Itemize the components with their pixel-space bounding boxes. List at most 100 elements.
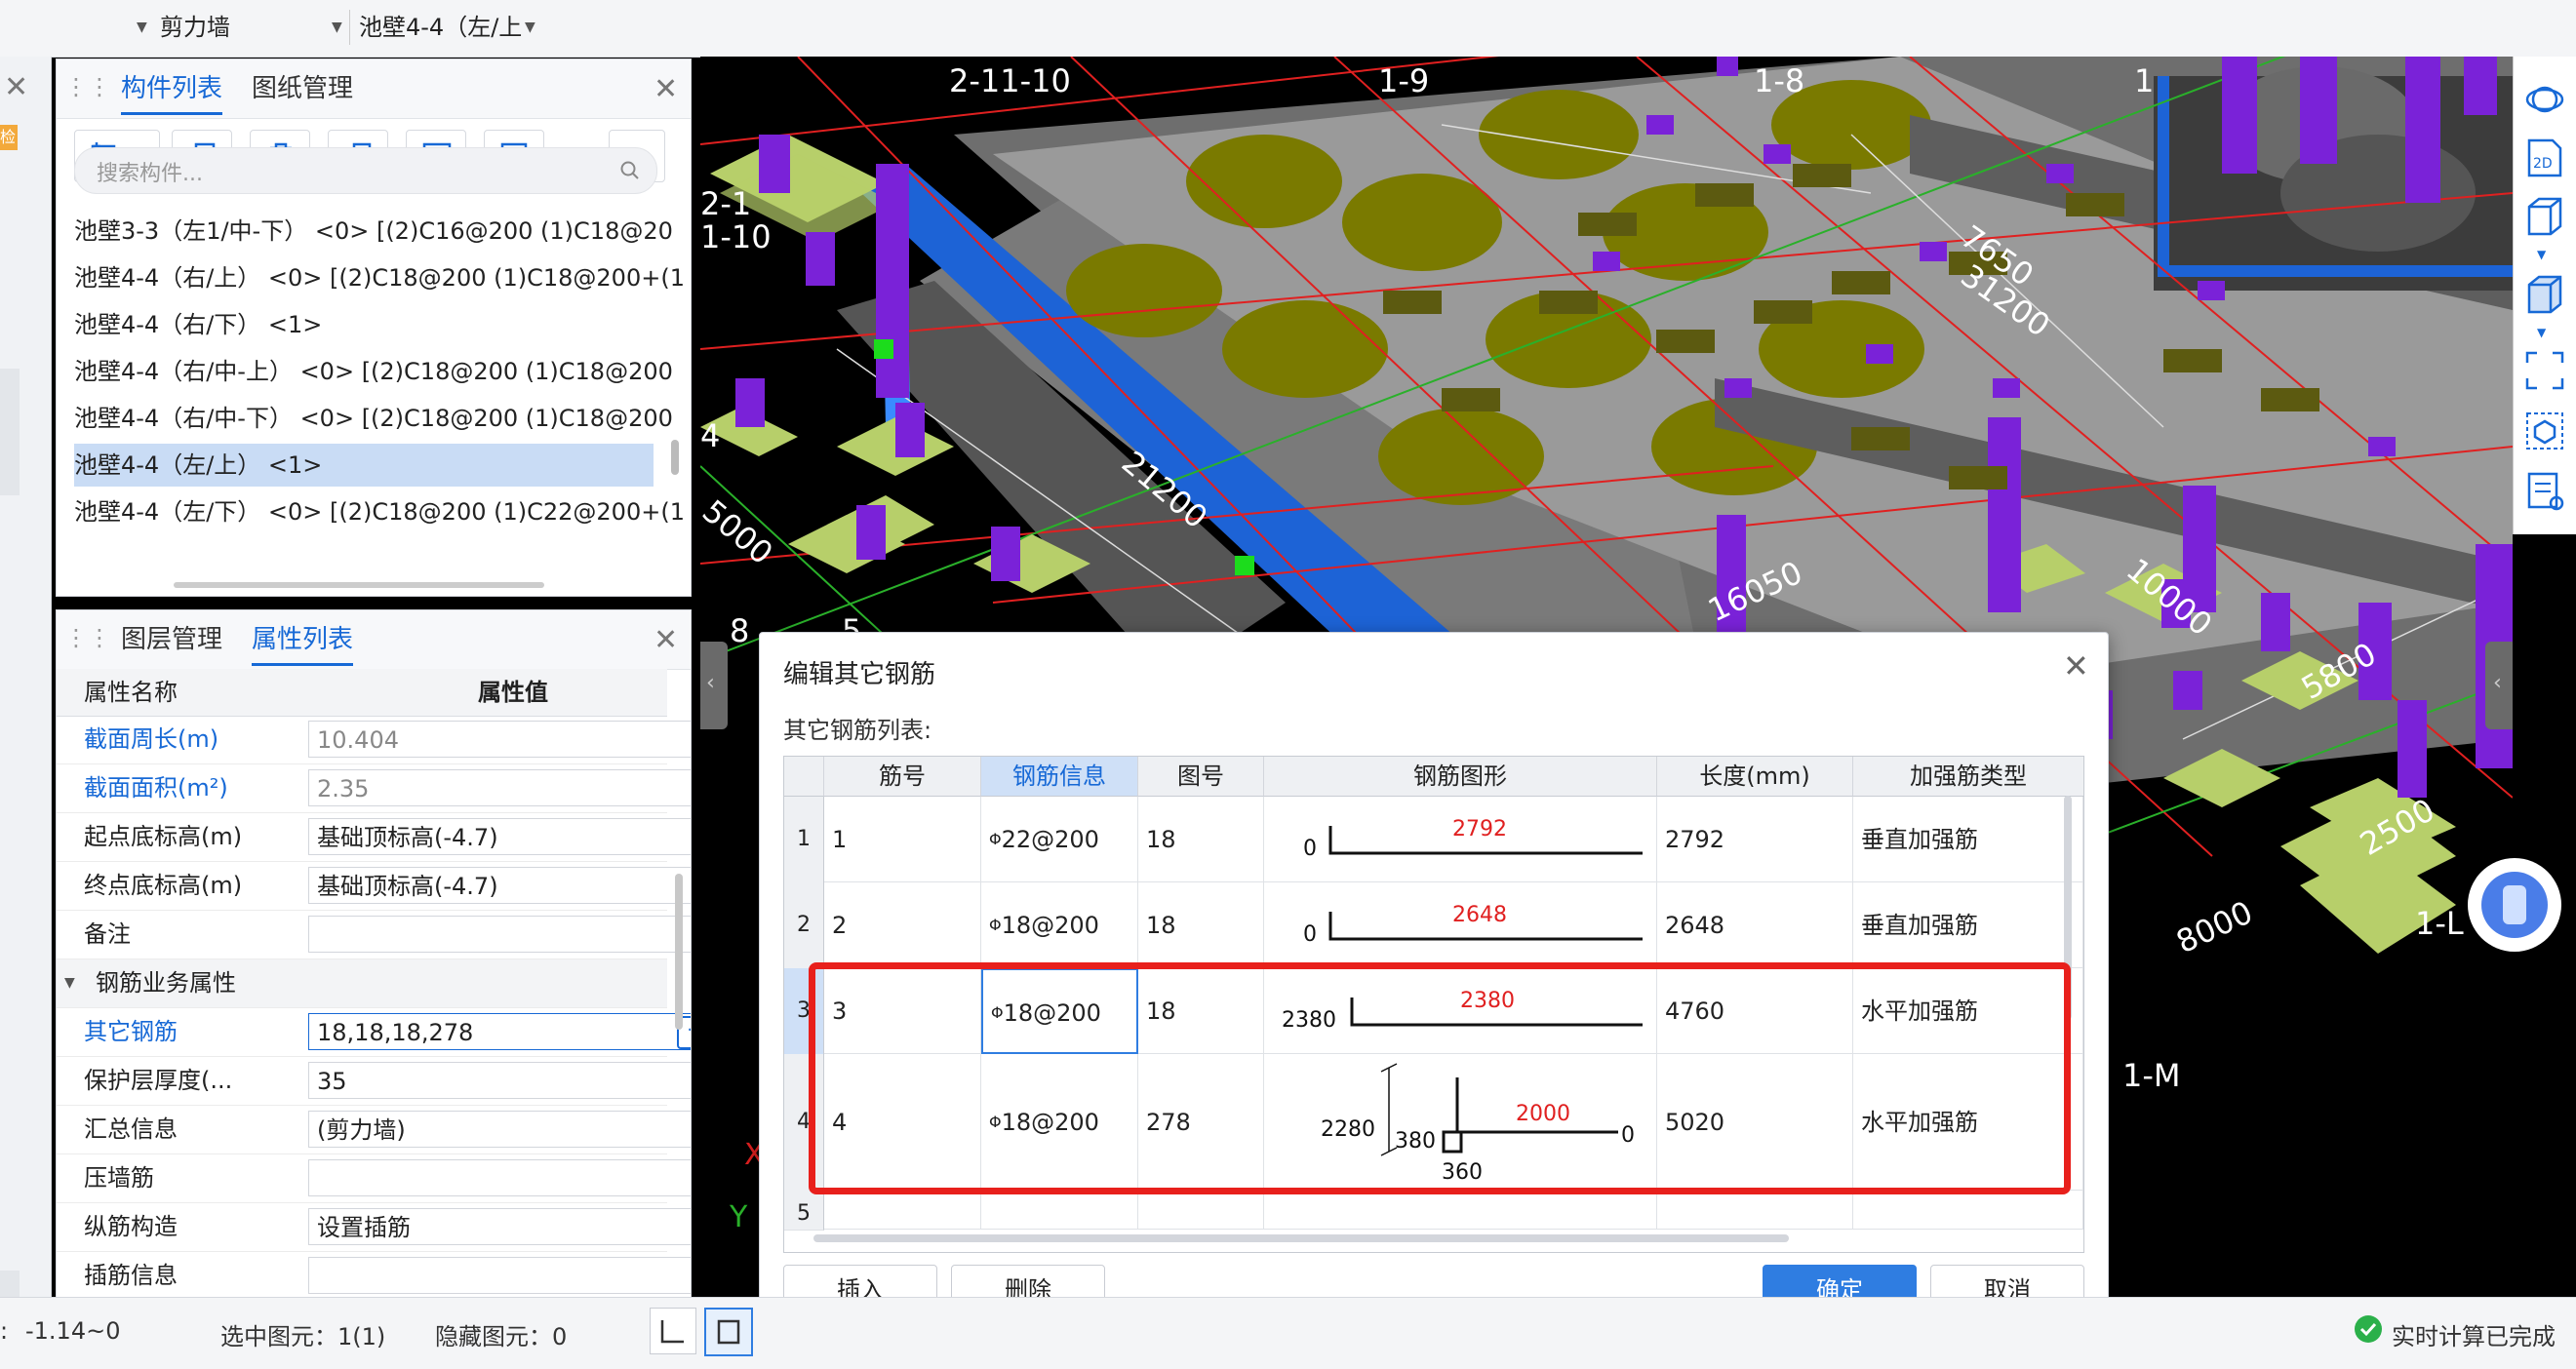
search-input[interactable]: 搜索构件...: [97, 156, 203, 187]
axis-label: 1-10: [700, 218, 772, 255]
close-icon[interactable]: ✕: [4, 70, 28, 104]
property-table-header: 属性名称 属性值: [57, 669, 667, 717]
property-value[interactable]: 35: [308, 1062, 691, 1099]
list-item[interactable]: 池壁4-4（右/中-下） <0> [(2)C18@200 (1)C18@200: [74, 397, 718, 440]
table-horizontal-scrollbar[interactable]: [813, 1234, 1789, 1242]
col-header-rebar-info[interactable]: 钢筋信息: [981, 757, 1138, 797]
cube-icon[interactable]: [2523, 195, 2566, 238]
property-value[interactable]: (剪力墙): [308, 1111, 691, 1148]
tab-layer-management[interactable]: 图层管理: [121, 622, 222, 657]
panel-tab-header: ⋮⋮ 图层管理 属性列表 ✕: [57, 610, 691, 670]
row-number[interactable]: 5: [784, 1191, 824, 1231]
document-view-icon[interactable]: [2523, 470, 2566, 513]
assistant-bubble[interactable]: [2468, 858, 2561, 952]
shape-dim-left: 0: [1303, 922, 1317, 947]
property-name[interactable]: 截面周长(m): [84, 716, 304, 763]
cell-figure-no[interactable]: 18: [1138, 797, 1264, 882]
close-icon[interactable]: ✕: [654, 75, 678, 104]
list-item-selected[interactable]: 池壁4-4（左/上） <1>: [74, 444, 654, 487]
side-scroll-area: [0, 1271, 20, 1300]
row-number[interactable]: 1: [784, 797, 824, 883]
right-collapse-handle[interactable]: ‹: [2485, 642, 2513, 729]
cell-length[interactable]: 2792: [1657, 797, 1853, 882]
col-header-reinforce-type[interactable]: 加强筋类型: [1853, 757, 2083, 797]
list-scrollbar[interactable]: [671, 440, 679, 475]
list-item[interactable]: 池壁4-4（右/中-上） <0> [(2)C18@200 (1)C18@200: [74, 350, 718, 393]
col-header-rebar-shape[interactable]: 钢筋图形: [1264, 757, 1657, 797]
property-scrollbar[interactable]: [675, 874, 683, 1030]
property-value[interactable]: 设置插筋: [308, 1208, 691, 1245]
cell-rebar-info[interactable]: [981, 1191, 1138, 1230]
box-select-icon[interactable]: [2523, 410, 2566, 452]
cell-reinforce-type[interactable]: [1853, 1191, 2083, 1230]
tab-drawing-management[interactable]: 图纸管理: [252, 71, 353, 106]
component-type-select[interactable]: 剪力墙 ▼: [160, 8, 345, 47]
search-icon[interactable]: [619, 160, 641, 181]
cell-reinforce-type[interactable]: 垂直加强筋: [1853, 882, 2083, 968]
tab-property-list[interactable]: 属性列表: [252, 622, 354, 666]
component-type-value: 剪力墙: [160, 14, 230, 41]
axis-label: 1: [2134, 62, 2154, 99]
col-value-header: 属性值: [478, 679, 548, 706]
chevron-down-icon[interactable]: ▼: [2537, 248, 2546, 261]
cell-length[interactable]: [1657, 1191, 1853, 1230]
drag-handle-icon[interactable]: ⋮⋮: [64, 73, 111, 100]
cell-figure-no[interactable]: 18: [1138, 882, 1264, 968]
cell-reinforce-type[interactable]: 垂直加强筋: [1853, 797, 2083, 882]
ortho-toggle[interactable]: [650, 1308, 696, 1354]
view-2d-icon[interactable]: 2D: [2523, 137, 2566, 179]
chevron-down-icon[interactable]: ▼: [137, 20, 147, 35]
property-name[interactable]: 其它钢筋: [84, 1008, 304, 1056]
left-collapse-handle[interactable]: ‹: [700, 642, 728, 729]
list-item[interactable]: 池壁4-4（右/下） <1>: [74, 303, 718, 346]
cell-rebar-info[interactable]: Φ18@200: [981, 882, 1138, 968]
property-name[interactable]: 截面面积(m²): [84, 764, 304, 812]
property-value[interactable]: 18,18,18,278: [308, 1013, 691, 1050]
y-axis-indicator: Y: [729, 1200, 748, 1234]
row-number[interactable]: 2: [784, 882, 824, 969]
property-value[interactable]: 10.404: [308, 721, 691, 758]
chevron-down-icon[interactable]: ▼: [2537, 326, 2546, 339]
property-name: 终点底标高(m): [84, 872, 243, 899]
cell-figure-no[interactable]: [1138, 1191, 1264, 1230]
cell-rebar-info[interactable]: Φ22@200: [981, 797, 1138, 882]
search-box[interactable]: 搜索构件...: [74, 147, 657, 194]
list-item[interactable]: 池壁3-3（左1/中-下） <0> [(2)C16@200 (1)C18@20: [74, 210, 718, 253]
property-row: 起点底标高(m) 基础顶标高(-4.7): [57, 813, 691, 862]
drag-handle-icon[interactable]: ⋮⋮: [64, 624, 111, 651]
orbit-icon[interactable]: [2523, 78, 2566, 121]
cube-solid-icon[interactable]: [2523, 273, 2566, 316]
component-name-select[interactable]: 池壁4-4（左/上 ▼: [359, 8, 544, 47]
cell-length[interactable]: 2648: [1657, 882, 1853, 968]
check-badge[interactable]: 检: [0, 125, 18, 150]
snap-toggle[interactable]: [704, 1308, 753, 1356]
property-value[interactable]: [308, 916, 691, 953]
property-value[interactable]: [308, 1159, 691, 1196]
tab-component-list[interactable]: 构件列表: [121, 71, 223, 115]
cell-bar-no[interactable]: 1: [824, 797, 981, 882]
list-item[interactable]: 池壁4-4（右/上） <0> [(2)C18@200 (1)C18@200+(1: [74, 256, 718, 299]
collapse-icon[interactable]: ▼: [64, 959, 75, 1007]
list-item[interactable]: 池壁4-4（左/下） <0> [(2)C18@200 (1)C22@200+(1: [74, 490, 718, 529]
cell-rebar-shape[interactable]: 0 2648: [1264, 882, 1657, 968]
cell-rebar-shape[interactable]: [1264, 1191, 1657, 1230]
axis-label: 2-11-10: [949, 62, 1071, 99]
cell-bar-no[interactable]: [824, 1191, 981, 1230]
col-header-figure-no[interactable]: 图号: [1138, 757, 1264, 797]
close-icon[interactable]: ✕: [2063, 650, 2089, 682]
list-horizontal-scrollbar[interactable]: [174, 582, 544, 588]
cell-bar-no[interactable]: 2: [824, 882, 981, 968]
shape-dim-top: 2648: [1452, 903, 1507, 927]
edit-other-rebar-dialog: 编辑其它钢筋 ✕ 其它钢筋列表: 筋号 钢筋信息 图号 钢筋图形 长度(mm) …: [759, 632, 2109, 1336]
property-value[interactable]: [308, 1257, 691, 1294]
col-header-length[interactable]: 长度(mm): [1657, 757, 1853, 797]
property-value[interactable]: 基础顶标高(-4.7): [308, 818, 691, 855]
fullscreen-icon[interactable]: [2523, 349, 2566, 392]
property-panel: ⋮⋮ 图层管理 属性列表 ✕ 属性名称 属性值 截面周长(m) 10.404 截面…: [56, 609, 692, 1299]
property-value[interactable]: 基础顶标高(-4.7): [308, 867, 691, 904]
property-value[interactable]: 2.35: [308, 769, 691, 806]
close-icon[interactable]: ✕: [654, 626, 678, 655]
cell-rebar-shape[interactable]: 0 2792: [1264, 797, 1657, 882]
property-group-row[interactable]: ▼ 钢筋业务属性: [57, 959, 667, 1008]
col-header-bar-no[interactable]: 筋号: [824, 757, 981, 797]
